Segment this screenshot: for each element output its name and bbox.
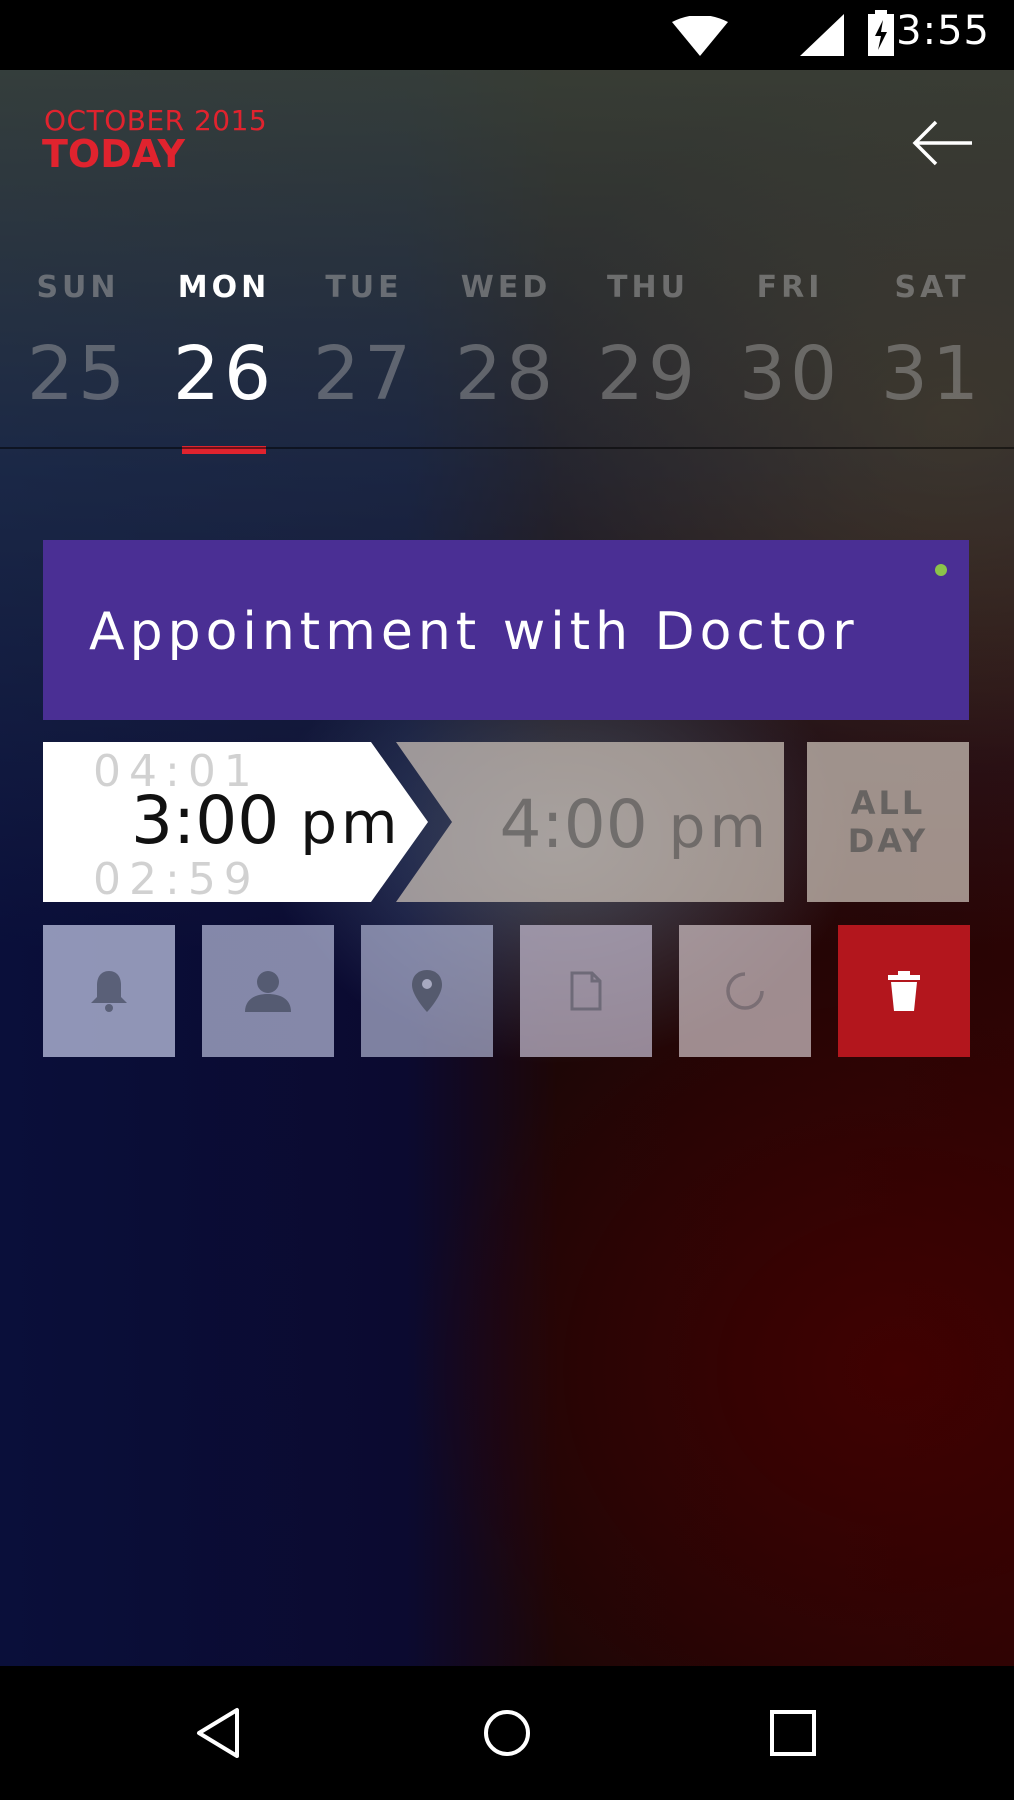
day-sat[interactable]: SAT 31 [872, 270, 992, 417]
signal-icon [800, 14, 844, 56]
day-name: MON [177, 270, 271, 305]
day-mon[interactable]: MON 26 [164, 270, 284, 417]
status-bar: 3:55 [0, 0, 1014, 70]
all-day-label-2: DAY [847, 822, 929, 860]
day-number: 30 [738, 331, 842, 417]
delete-button[interactable] [838, 925, 970, 1057]
person-button[interactable] [202, 925, 334, 1057]
day-number: 27 [312, 331, 416, 417]
day-sun[interactable]: SUN 25 [18, 270, 138, 417]
reminder-button[interactable] [43, 925, 175, 1057]
start-time-hours: 3:00 [131, 782, 280, 859]
arrow-left-icon [912, 120, 972, 166]
status-time: 3:55 [896, 8, 990, 54]
week-strip: SUN 25 MON 26 TUE 27 WED 28 THU 29 FRI 3… [0, 270, 1014, 530]
day-wed[interactable]: WED 28 [446, 270, 566, 417]
app-content: OCTOBER 2015 TODAY SUN 25 MON 26 TUE 27 … [0, 70, 1014, 1666]
location-pin-icon [412, 970, 442, 1012]
person-icon [245, 971, 291, 1012]
day-tue[interactable]: TUE 27 [304, 270, 424, 417]
battery-charging-icon [868, 10, 894, 56]
day-number: 25 [26, 331, 130, 417]
day-name: TUE [325, 270, 403, 305]
nav-back-button[interactable] [185, 1698, 255, 1768]
day-number: 26 [172, 331, 276, 417]
day-number: 29 [596, 331, 700, 417]
trash-icon [888, 971, 920, 1011]
location-button[interactable] [361, 925, 493, 1057]
day-name: SUN [36, 270, 120, 305]
action-toolbar [43, 925, 970, 1057]
nav-home-button[interactable] [472, 1698, 542, 1768]
end-time-hours: 4:00 [499, 786, 648, 863]
day-number: 31 [880, 331, 984, 417]
divider [0, 447, 1014, 449]
event-title-card[interactable]: Appointment with Doctor [43, 540, 969, 720]
repeat-button[interactable] [679, 925, 811, 1057]
start-time-ampm: pm [300, 789, 402, 857]
event-status-dot [935, 564, 947, 576]
home-circle-icon [484, 1710, 530, 1756]
bell-icon [91, 971, 127, 1012]
start-time-value: 3:00 pm [131, 782, 402, 859]
day-thu[interactable]: THU 29 [588, 270, 708, 417]
recents-square-icon [770, 1710, 816, 1756]
day-name: SAT [894, 270, 970, 305]
day-number: 28 [454, 331, 558, 417]
event-title: Appointment with Doctor [89, 602, 859, 662]
day-fri[interactable]: FRI 30 [730, 270, 850, 417]
back-button[interactable] [912, 118, 974, 168]
repeat-circle-icon [726, 972, 764, 1010]
start-time-picker[interactable]: 04:01 3:00 pm 02:59 [43, 742, 443, 905]
document-icon [570, 971, 602, 1011]
day-name: FRI [756, 270, 824, 305]
day-name: THU [607, 270, 689, 305]
nav-recents-button[interactable] [758, 1698, 828, 1768]
wifi-icon [672, 16, 728, 56]
all-day-label-1: ALL [850, 784, 926, 822]
end-time-value: 4:00 pm [499, 786, 770, 863]
navigation-bar [0, 1666, 1014, 1800]
all-day-button[interactable]: ALL DAY [807, 742, 969, 902]
today-button[interactable]: TODAY [42, 132, 185, 176]
end-time-ampm: pm [668, 793, 770, 861]
note-button[interactable] [520, 925, 652, 1057]
end-time-picker[interactable]: 4:00 pm [396, 742, 784, 902]
start-time-next: 02:59 [93, 854, 260, 905]
day-name: WED [460, 270, 552, 305]
back-triangle-icon [197, 1708, 239, 1758]
